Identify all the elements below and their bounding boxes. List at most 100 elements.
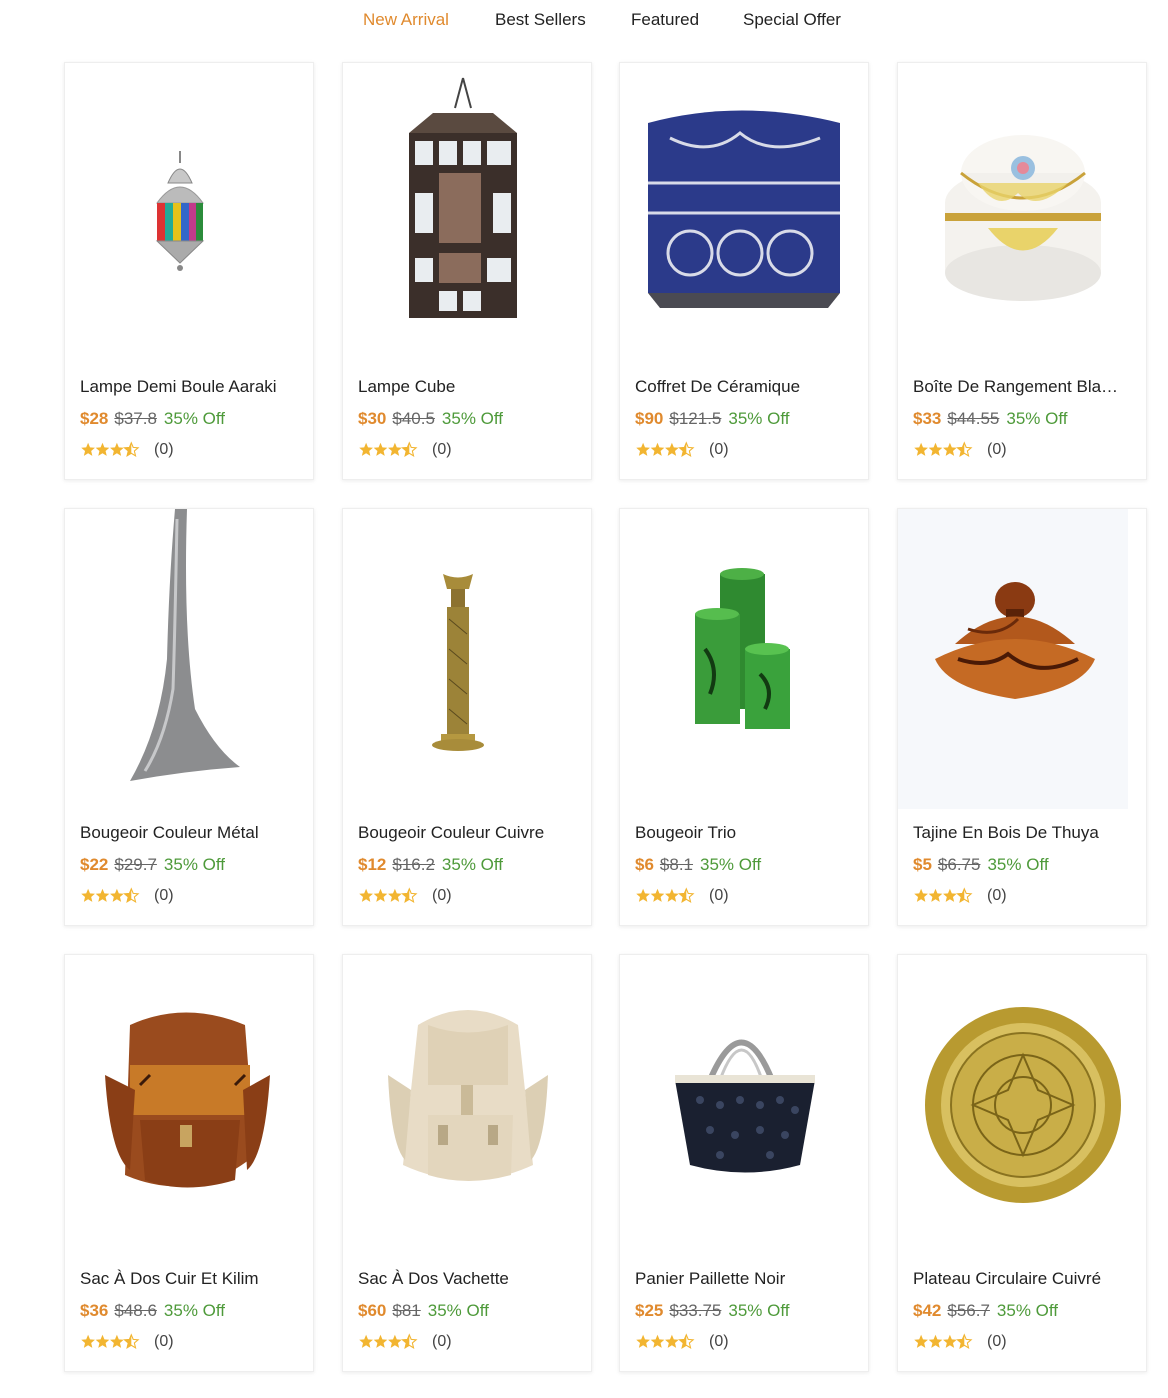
product-title[interactable]: Bougeoir Couleur Métal bbox=[80, 823, 305, 843]
discount-label: 35% Off bbox=[163, 1301, 226, 1320]
product-title[interactable]: Sac À Dos Cuir Et Kilim bbox=[80, 1269, 305, 1289]
price-row: $12 $16.2 35% Off bbox=[358, 855, 503, 875]
review-count: (0) bbox=[432, 441, 452, 458]
product-image[interactable] bbox=[620, 509, 868, 809]
sale-price: $25 bbox=[635, 1301, 664, 1320]
product-image[interactable] bbox=[620, 63, 868, 363]
rating: (0) bbox=[913, 441, 1007, 461]
tab-special-offer[interactable]: Special Offer bbox=[743, 10, 841, 30]
product-card[interactable]: Lampe Cube $30 $40.5 35% Off (0) bbox=[342, 62, 592, 480]
original-price: $40.5 bbox=[392, 409, 435, 428]
sale-price: $6 bbox=[635, 855, 654, 874]
rating: (0) bbox=[635, 1333, 729, 1353]
cream-leather-backpack-image bbox=[388, 1010, 548, 1181]
original-price: $48.6 bbox=[114, 1301, 157, 1320]
product-card[interactable]: Coffret De Céramique $90 $121.5 35% Off (0… bbox=[619, 62, 869, 480]
sale-price: $28 bbox=[80, 409, 109, 428]
original-price: $6.75 bbox=[937, 855, 981, 874]
product-image[interactable] bbox=[898, 63, 1146, 363]
sale-price: $30 bbox=[358, 409, 387, 428]
product-title[interactable]: Coffret De Céramique bbox=[635, 377, 860, 397]
product-image[interactable] bbox=[620, 955, 868, 1255]
discount-label: 35% Off bbox=[987, 855, 1049, 874]
review-count: (0) bbox=[432, 887, 452, 904]
star-rating-icon bbox=[81, 887, 140, 903]
product-image[interactable] bbox=[343, 63, 591, 363]
product-title[interactable]: Bougeoir Trio bbox=[635, 823, 860, 843]
rating: (0) bbox=[913, 1333, 1007, 1353]
product-title[interactable]: Lampe Cube bbox=[358, 377, 583, 397]
review-count: (0) bbox=[154, 887, 174, 904]
category-tabs: New Arrival Best Sellers Featured Specia… bbox=[0, 0, 1168, 44]
product-title[interactable]: Tajine En Bois De Thuya bbox=[913, 823, 1138, 843]
original-price: $56.7 bbox=[947, 1301, 990, 1320]
price-row: $6 $8.1 35% Off bbox=[635, 855, 761, 875]
review-count: (0) bbox=[709, 441, 729, 458]
product-card[interactable]: Plateau Circulaire Cuivré $42 $56.7 35% Of… bbox=[897, 954, 1147, 1372]
star-rating-icon bbox=[359, 1333, 418, 1349]
discount-label: 35% Off bbox=[1006, 409, 1068, 428]
star-rating-icon bbox=[914, 441, 973, 457]
product-title[interactable]: Boîte De Rangement Bla… bbox=[913, 377, 1138, 397]
discount-label: 35% Off bbox=[728, 409, 790, 428]
original-price: $81 bbox=[392, 1301, 421, 1320]
price-row: $28 $37.8 35% Off bbox=[80, 409, 225, 429]
original-price: $44.55 bbox=[947, 409, 1000, 428]
product-image[interactable] bbox=[898, 955, 1146, 1255]
cube-lantern-image bbox=[409, 77, 517, 318]
product-image[interactable] bbox=[343, 955, 591, 1255]
product-image[interactable] bbox=[65, 63, 313, 363]
discount-label: 35% Off bbox=[441, 855, 504, 874]
product-title[interactable]: Panier Paillette Noir bbox=[635, 1269, 860, 1289]
price-row: $33 $44.55 35% Off bbox=[913, 409, 1068, 429]
product-image[interactable] bbox=[343, 509, 591, 809]
star-rating-icon bbox=[636, 441, 695, 457]
star-rating-icon bbox=[81, 1333, 140, 1349]
tab-featured[interactable]: Featured bbox=[631, 10, 699, 30]
price-row: $42 $56.7 35% Off bbox=[913, 1301, 1058, 1321]
product-card[interactable]: Sac À Dos Vachette $60 $81 35% Off (0) bbox=[342, 954, 592, 1372]
product-image[interactable] bbox=[898, 509, 1146, 809]
product-card[interactable]: Bougeoir Trio $6 $8.1 35% Off (0) bbox=[619, 508, 869, 926]
discount-label: 35% Off bbox=[163, 855, 226, 874]
product-image[interactable] bbox=[65, 955, 313, 1255]
product-card[interactable]: Tajine En Bois De Thuya $5 $6.75 35% Off (… bbox=[897, 508, 1147, 926]
tab-best-sellers[interactable]: Best Sellers bbox=[495, 10, 586, 30]
rating: (0) bbox=[913, 887, 1007, 907]
black-sequin-basket-image bbox=[675, 1039, 815, 1173]
rating: (0) bbox=[80, 887, 174, 907]
price-row: $36 $48.6 35% Off bbox=[80, 1301, 225, 1321]
star-rating-icon bbox=[636, 887, 695, 903]
discount-label: 35% Off bbox=[728, 1301, 790, 1320]
star-rating-icon bbox=[914, 1333, 973, 1349]
product-card[interactable]: Panier Paillette Noir $25 $33.75 35% Off (… bbox=[619, 954, 869, 1372]
tab-new-arrival[interactable]: New Arrival bbox=[363, 10, 449, 30]
thuya-wood-tajine-image bbox=[898, 509, 1128, 809]
product-title[interactable]: Plateau Circulaire Cuivré bbox=[913, 1269, 1138, 1289]
product-card[interactable]: Bougeoir Couleur Cuivre $12 $16.2 35% Off … bbox=[342, 508, 592, 926]
rating: (0) bbox=[635, 441, 729, 461]
product-image[interactable] bbox=[65, 509, 313, 809]
discount-label: 35% Off bbox=[441, 409, 504, 428]
product-title[interactable]: Bougeoir Couleur Cuivre bbox=[358, 823, 583, 843]
price-row: $90 $121.5 35% Off bbox=[635, 409, 790, 429]
rating: (0) bbox=[358, 441, 452, 461]
rating: (0) bbox=[358, 1333, 452, 1353]
review-count: (0) bbox=[987, 887, 1007, 904]
price-row: $5 $6.75 35% Off bbox=[913, 855, 1049, 875]
product-title[interactable]: Sac À Dos Vachette bbox=[358, 1269, 583, 1289]
product-card[interactable]: Sac À Dos Cuir Et Kilim $36 $48.6 35% Off … bbox=[64, 954, 314, 1372]
original-price: $33.75 bbox=[669, 1301, 722, 1320]
product-card[interactable]: Boîte De Rangement Bla… $33 $44.55 35% Off… bbox=[897, 62, 1147, 480]
product-title[interactable]: Lampe Demi Boule Aaraki bbox=[80, 377, 305, 397]
brass-round-tray-image bbox=[925, 1007, 1121, 1203]
product-card[interactable]: Bougeoir Couleur Métal $22 $29.7 35% Off (… bbox=[64, 508, 314, 926]
price-row: $60 $81 35% Off bbox=[358, 1301, 489, 1321]
discount-label: 35% Off bbox=[700, 855, 762, 874]
original-price: $8.1 bbox=[659, 855, 694, 874]
product-card[interactable]: Lampe Demi Boule Aaraki $28 $37.8 35% Off … bbox=[64, 62, 314, 480]
review-count: (0) bbox=[709, 1333, 729, 1350]
review-count: (0) bbox=[709, 887, 729, 904]
original-price: $16.2 bbox=[392, 855, 435, 874]
rating: (0) bbox=[80, 441, 174, 461]
